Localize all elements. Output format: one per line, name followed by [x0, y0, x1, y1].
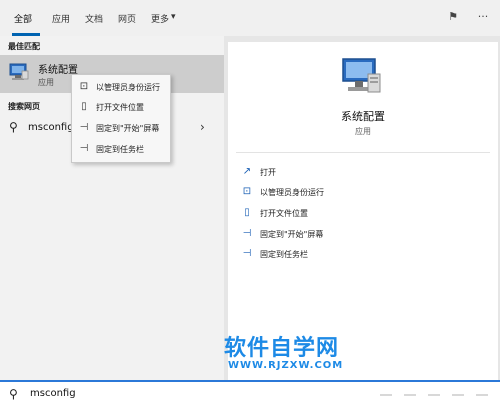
- context-menu: ⊡ 以管理员身份运行 ▯ 打开文件位置 ⊣ 固定到"开始"屏幕 ⊣ 固定到任务栏: [71, 74, 171, 163]
- best-match-type: 应用: [38, 78, 54, 87]
- app-type: 应用: [355, 127, 371, 136]
- action-pin-to-taskbar[interactable]: ⊣ 固定到任务栏: [240, 246, 440, 264]
- tab-web[interactable]: 网页: [118, 12, 136, 25]
- menu-item-label: 固定到"开始"屏幕: [96, 124, 160, 133]
- tab-apps[interactable]: 应用: [52, 12, 70, 25]
- system-config-icon: [9, 63, 29, 80]
- watermark-url: WWW.RJZXW.COM: [228, 360, 344, 371]
- run-as-admin-icon: ⊡: [79, 81, 89, 92]
- search-icon: ⚲: [9, 387, 18, 401]
- search-input[interactable]: msconfig: [30, 388, 76, 399]
- run-as-admin-icon: ⊡: [242, 186, 252, 197]
- open-icon: ↗: [242, 166, 252, 177]
- pin-to-start-icon: ⊣: [242, 228, 252, 239]
- taskbar-fade: [380, 394, 490, 396]
- chevron-right-icon[interactable]: ›: [200, 119, 210, 135]
- tab-all[interactable]: 全部: [14, 12, 32, 25]
- action-label: 打开: [260, 168, 276, 177]
- menu-item-label: 打开文件位置: [96, 103, 144, 112]
- menu-item-pin-to-taskbar[interactable]: ⊣ 固定到任务栏: [72, 140, 170, 159]
- action-open-file-location[interactable]: ▯ 打开文件位置: [240, 205, 440, 223]
- watermark-title: 软件自学网: [224, 336, 340, 361]
- menu-item-run-as-admin[interactable]: ⊡ 以管理员身份运行: [72, 78, 170, 97]
- system-config-large-icon: [342, 58, 381, 93]
- action-pin-to-start[interactable]: ⊣ 固定到"开始"屏幕: [240, 226, 440, 244]
- search-icon: ⚲: [9, 120, 18, 134]
- ellipsis-icon[interactable]: ···: [476, 9, 490, 25]
- divider: [236, 152, 490, 153]
- app-title: 系统配置: [341, 110, 385, 123]
- search-web-heading: 搜索网页: [8, 102, 40, 111]
- open-file-location-icon: ▯: [81, 101, 87, 112]
- best-match-heading: 最佳匹配: [8, 42, 40, 51]
- feedback-icon[interactable]: ⚑: [446, 9, 460, 25]
- tab-documents[interactable]: 文档: [85, 12, 103, 25]
- tab-more[interactable]: 更多: [151, 12, 169, 25]
- search-tab-bar: [0, 0, 500, 36]
- web-search-text[interactable]: msconfig: [28, 122, 74, 133]
- action-label: 以管理员身份运行: [260, 188, 324, 197]
- menu-item-label: 固定到任务栏: [96, 145, 144, 154]
- pin-to-taskbar-icon: ⊣: [79, 143, 89, 154]
- action-run-as-admin[interactable]: ⊡ 以管理员身份运行: [240, 184, 440, 202]
- menu-item-pin-to-start[interactable]: ⊣ 固定到"开始"屏幕: [72, 119, 170, 138]
- pin-to-start-icon: ⊣: [79, 122, 89, 133]
- action-open[interactable]: ↗ 打开: [240, 164, 440, 182]
- chevron-down-icon[interactable]: ▾: [171, 12, 176, 22]
- open-file-location-icon: ▯: [244, 207, 250, 218]
- action-label: 固定到任务栏: [260, 250, 308, 259]
- menu-item-label: 以管理员身份运行: [96, 83, 160, 92]
- action-label: 打开文件位置: [260, 209, 308, 218]
- action-label: 固定到"开始"屏幕: [260, 230, 324, 239]
- pin-to-taskbar-icon: ⊣: [242, 248, 252, 259]
- menu-item-open-file-location[interactable]: ▯ 打开文件位置: [72, 98, 170, 117]
